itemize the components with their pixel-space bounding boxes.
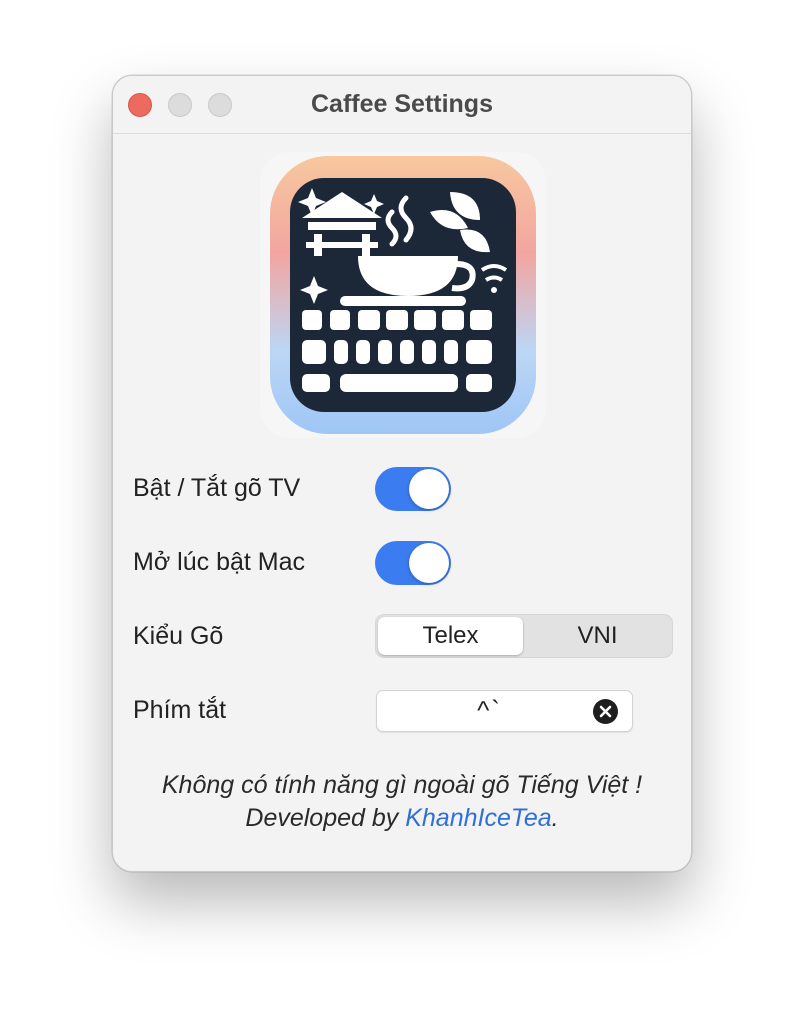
segment-telex[interactable]: Telex (378, 617, 523, 655)
footer-text: Không có tính năng gì ngoài gõ Tiếng Việ… (113, 769, 691, 835)
toggle-vietnamese-label: Bật / Tắt gõ TV (133, 474, 301, 502)
author-link[interactable]: KhanhIceTea (405, 804, 551, 832)
launch-at-login-switch[interactable] (375, 541, 451, 585)
credit-prefix: Developed by (245, 804, 406, 832)
shortcut-recorder-field[interactable]: ^` (376, 690, 633, 732)
launch-at-login-label: Mở lúc bật Mac (133, 548, 305, 576)
settings-window: Caffee Settings Bật / Tắt gõ TV Mở lúc b… (112, 75, 692, 872)
title-bar: Caffee Settings (113, 76, 691, 134)
input-method-label: Kiểu Gõ (133, 622, 224, 650)
footer-credit: Developed by KhanhIceTea. (113, 802, 691, 835)
input-method-segmented-control: Telex VNI (375, 614, 673, 658)
toggle-knob (409, 543, 449, 583)
shortcut-label: Phím tắt (133, 696, 227, 724)
window-title: Caffee Settings (311, 90, 493, 118)
credit-suffix: . (551, 804, 559, 832)
segment-vni[interactable]: VNI (525, 617, 670, 655)
toggle-knob (409, 469, 449, 509)
shortcut-value: ^` (477, 695, 502, 725)
clear-icon[interactable] (593, 699, 618, 724)
toggle-vietnamese-switch[interactable] (375, 467, 451, 511)
app-icon-coffee-keyboard (260, 152, 546, 438)
footer-tagline: Không có tính năng gì ngoài gõ Tiếng Việ… (161, 771, 643, 799)
